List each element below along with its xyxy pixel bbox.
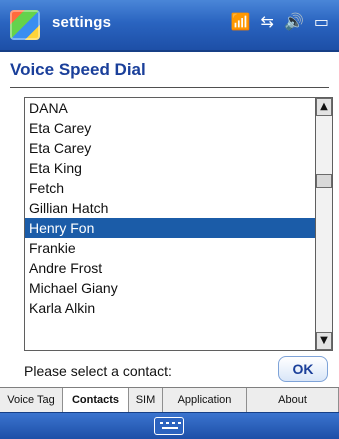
select-contact-prompt: Please select a contact: (24, 363, 172, 379)
soft-key-bar (0, 412, 339, 439)
scroll-up-button[interactable]: ▲ (316, 98, 332, 116)
tab-strip: Voice Tag Contacts SIM Application About (0, 387, 339, 412)
list-item[interactable]: Andre Frost (25, 258, 315, 278)
scroll-thumb[interactable] (316, 174, 332, 188)
contact-list[interactable]: DANA Eta Carey Eta Carey Eta King Fetch … (24, 97, 316, 351)
list-item[interactable]: Eta King (25, 158, 315, 178)
page-title: Voice Speed Dial (10, 60, 146, 79)
volume-icon[interactable]: 🔊 (284, 14, 304, 30)
list-item[interactable]: Eta Carey (25, 138, 315, 158)
tab-sim[interactable]: SIM (129, 388, 163, 412)
signal-icon[interactable]: 📶 (231, 14, 251, 30)
list-item[interactable]: DANA (25, 98, 315, 118)
status-icons: 📶 ⇆ 🔊 ▭ (231, 14, 329, 30)
windows-start-icon[interactable] (10, 10, 40, 40)
title-bar: settings 📶 ⇆ 🔊 ▭ (0, 0, 339, 52)
network-icon[interactable]: ⇆ (261, 14, 274, 30)
list-item[interactable] (25, 318, 315, 338)
list-item[interactable]: Gillian Hatch (25, 198, 315, 218)
keyboard-icon[interactable] (154, 417, 184, 435)
tab-application[interactable]: Application (163, 388, 247, 412)
list-item[interactable]: Eta Carey (25, 118, 315, 138)
divider (10, 87, 329, 88)
tab-contacts[interactable]: Contacts (63, 388, 129, 412)
list-item[interactable]: Fetch (25, 178, 315, 198)
list-item[interactable]: Frankie (25, 238, 315, 258)
list-item[interactable]: Karla Alkin (25, 298, 315, 318)
selected-list-item[interactable]: Henry Fon (25, 218, 315, 238)
phone-screen: settings 📶 ⇆ 🔊 ▭ Voice Speed Dial DANA E… (0, 0, 339, 439)
list-item[interactable]: Michael Giany (25, 278, 315, 298)
tab-about[interactable]: About (247, 388, 339, 412)
vertical-scrollbar[interactable]: ▲ ▼ (316, 97, 333, 351)
battery-icon[interactable]: ▭ (314, 14, 329, 30)
ok-button[interactable]: OK (278, 356, 328, 382)
app-title: settings (52, 14, 112, 31)
scroll-down-button[interactable]: ▼ (316, 332, 332, 350)
tab-voice-tag[interactable]: Voice Tag (0, 388, 63, 412)
